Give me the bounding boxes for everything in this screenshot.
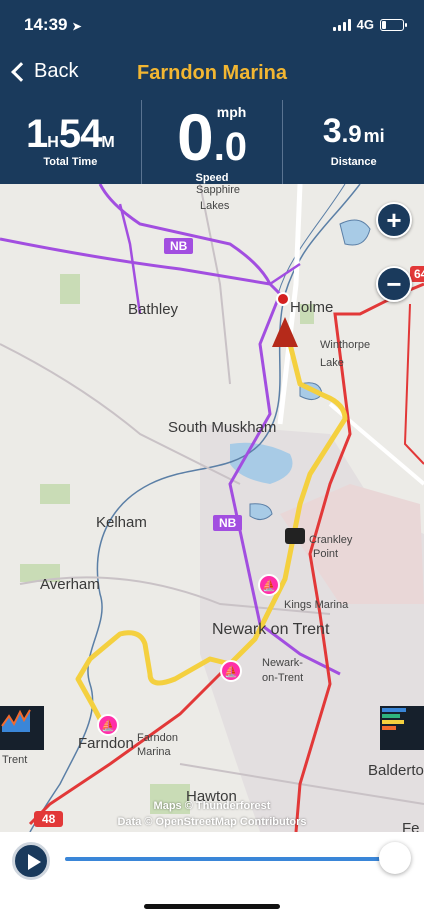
road-badge-nb: NB [164, 238, 194, 254]
park [60, 274, 80, 304]
marina-icon[interactable]: ⛵ [258, 574, 280, 596]
battery-level [382, 20, 386, 29]
playback-slider-track[interactable] [65, 857, 395, 861]
speed-label: Speed [195, 172, 229, 184]
place-label: Sapphire [196, 184, 241, 196]
purple-road [118, 203, 301, 315]
place-label: Holme [290, 299, 334, 316]
place-label: Averham [40, 576, 100, 593]
place-label: Point [313, 548, 339, 560]
total-time-label: Total Time [43, 156, 98, 168]
total-time-value: 1 H 54 M [0, 112, 141, 157]
place-label: Bathley [128, 301, 179, 318]
map-canvas [0, 184, 424, 832]
road-badge-64: 64 [410, 266, 424, 282]
playback-bar [0, 832, 424, 919]
app-header: 14:39 ➤ 4G Back Farndon Marina 1 H 54 M [0, 0, 424, 184]
playback-slider-fill [65, 857, 395, 861]
red-road [403, 303, 424, 465]
home-indicator [144, 904, 280, 909]
stat-total-time: 1 H 54 M Total Time [0, 100, 141, 184]
status-clock: 14:39 [24, 15, 68, 34]
current-position-pin [276, 292, 290, 306]
play-button[interactable] [12, 842, 50, 880]
place-label: Trent [2, 754, 28, 766]
stats-list-button[interactable] [380, 706, 424, 750]
trip-stats: 1 H 54 M Total Time 0 .0 mph Speed 3 .9 … [0, 100, 424, 184]
marina-icon[interactable]: ⛵ [220, 660, 242, 682]
stat-speed: 0 .0 mph Speed [140, 100, 283, 184]
cellular-signal-icon [332, 18, 351, 31]
minutes-unit: M [101, 134, 115, 151]
list-bars-icon [382, 708, 406, 730]
battery-icon [380, 18, 407, 31]
hours-unit: H [47, 134, 59, 151]
hours-value: 1 [26, 112, 48, 156]
place-label: Marina [137, 746, 171, 758]
marina-icon[interactable]: ⛵ [97, 714, 119, 736]
place-label: Lakes [200, 200, 230, 212]
status-indicators: 4G [332, 17, 407, 32]
place-label: Lake [320, 357, 344, 369]
distance-value: 3 .9 mi [283, 112, 424, 151]
map-attribution: Maps © Thunderforest [153, 800, 271, 812]
place-label: Newark on Trent [212, 621, 330, 638]
place-label: Newark- [262, 657, 303, 669]
place-label: Kings Marina [284, 599, 349, 611]
place-label: Winthorpe [320, 339, 371, 351]
road [199, 184, 231, 385]
location-arrow-icon: ➤ [72, 21, 82, 33]
place-label: on-Trent [262, 672, 304, 684]
elevation-chart-button[interactable] [0, 706, 44, 750]
lake [339, 219, 371, 246]
place-label: Crankley [309, 534, 353, 546]
place-label: Kelham [96, 514, 147, 531]
status-time: 14:39 ➤ [24, 15, 81, 35]
status-bar: 14:39 ➤ 4G [0, 0, 424, 50]
place-label: South Muskham [168, 419, 277, 436]
nav-bar: Back Farndon Marina [0, 52, 424, 96]
stat-distance: 3 .9 mi Distance [282, 100, 424, 184]
camera-poi-icon[interactable] [285, 528, 305, 544]
speed-value: 0 .0 [142, 100, 283, 170]
speed-integer: 0 [176, 100, 214, 174]
river [277, 184, 346, 295]
network-type: 4G [356, 17, 374, 32]
speed-decimal: .0 [213, 125, 248, 169]
place-label: Farndon [78, 735, 134, 752]
zoom-out-button[interactable]: − [376, 266, 412, 302]
minutes-value: 54 [58, 112, 102, 156]
map-attribution: Data © OpenStreetMap Contributors [117, 816, 307, 828]
zoom-in-button[interactable]: + [376, 202, 412, 238]
place-label: Farndon [137, 732, 178, 744]
distance-label: Distance [330, 156, 377, 168]
speed-unit: mph [216, 104, 247, 120]
road-badge-nb: NB [213, 515, 243, 531]
playback-slider-thumb[interactable] [379, 842, 411, 874]
distance-unit: mi [363, 126, 385, 146]
route-map[interactable]: ⛵ ⛵ ⛵ NB NB 48 64 Sapphire Lakes Bathley… [0, 184, 424, 832]
place-label: Balderton [368, 762, 424, 779]
distance-integer: 3 [322, 112, 342, 150]
page-title: Farndon Marina [136, 62, 287, 84]
distance-decimal: .9 [341, 121, 362, 148]
heading-arrow-icon [272, 317, 298, 347]
park [40, 484, 70, 504]
chart-icon [1, 709, 31, 732]
